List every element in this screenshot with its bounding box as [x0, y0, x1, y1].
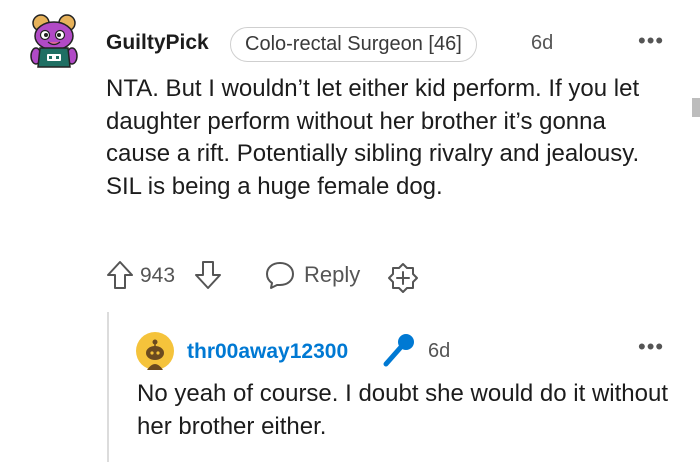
more-dots-icon: •••: [638, 334, 665, 359]
downvote-arrow-icon: [195, 261, 221, 289]
reply-more-options-button[interactable]: •••: [638, 334, 664, 360]
reply-username[interactable]: thr00away12300: [187, 340, 348, 364]
reply-body: No yeah of course. I doubt she would do …: [137, 380, 668, 440]
user-avatar[interactable]: [28, 14, 80, 70]
award-button[interactable]: [387, 262, 419, 294]
more-options-button[interactable]: •••: [638, 28, 664, 54]
vote-score: 943: [140, 264, 176, 287]
upvote-arrow-icon: [107, 261, 133, 289]
upvote-button[interactable]: [105, 259, 135, 291]
user-flair: Colo-rectal Surgeon [46]: [230, 27, 477, 62]
scrollbar-thumb[interactable]: [692, 98, 700, 117]
more-dots-icon: •••: [638, 28, 665, 53]
default-snoo-avatar-icon: [136, 332, 174, 370]
downvote-button[interactable]: [193, 259, 223, 291]
op-badge: [378, 331, 418, 371]
comment-timestamp: 6d: [531, 32, 554, 54]
reply-label: Reply: [304, 262, 361, 287]
snoo-avatar-icon: [30, 14, 78, 68]
reply-button[interactable]: Reply: [264, 258, 360, 292]
comment-username[interactable]: GuiltyPick: [106, 31, 209, 55]
comment-body: NTA. But I wouldn’t let either kid perfo…: [106, 75, 640, 200]
speech-bubble-icon: [266, 262, 294, 289]
thread-line[interactable]: [107, 312, 109, 462]
reply-avatar[interactable]: [136, 332, 174, 370]
award-plus-icon: [388, 263, 418, 293]
reply-timestamp: 6d: [428, 340, 451, 362]
microphone-icon: [383, 334, 414, 367]
